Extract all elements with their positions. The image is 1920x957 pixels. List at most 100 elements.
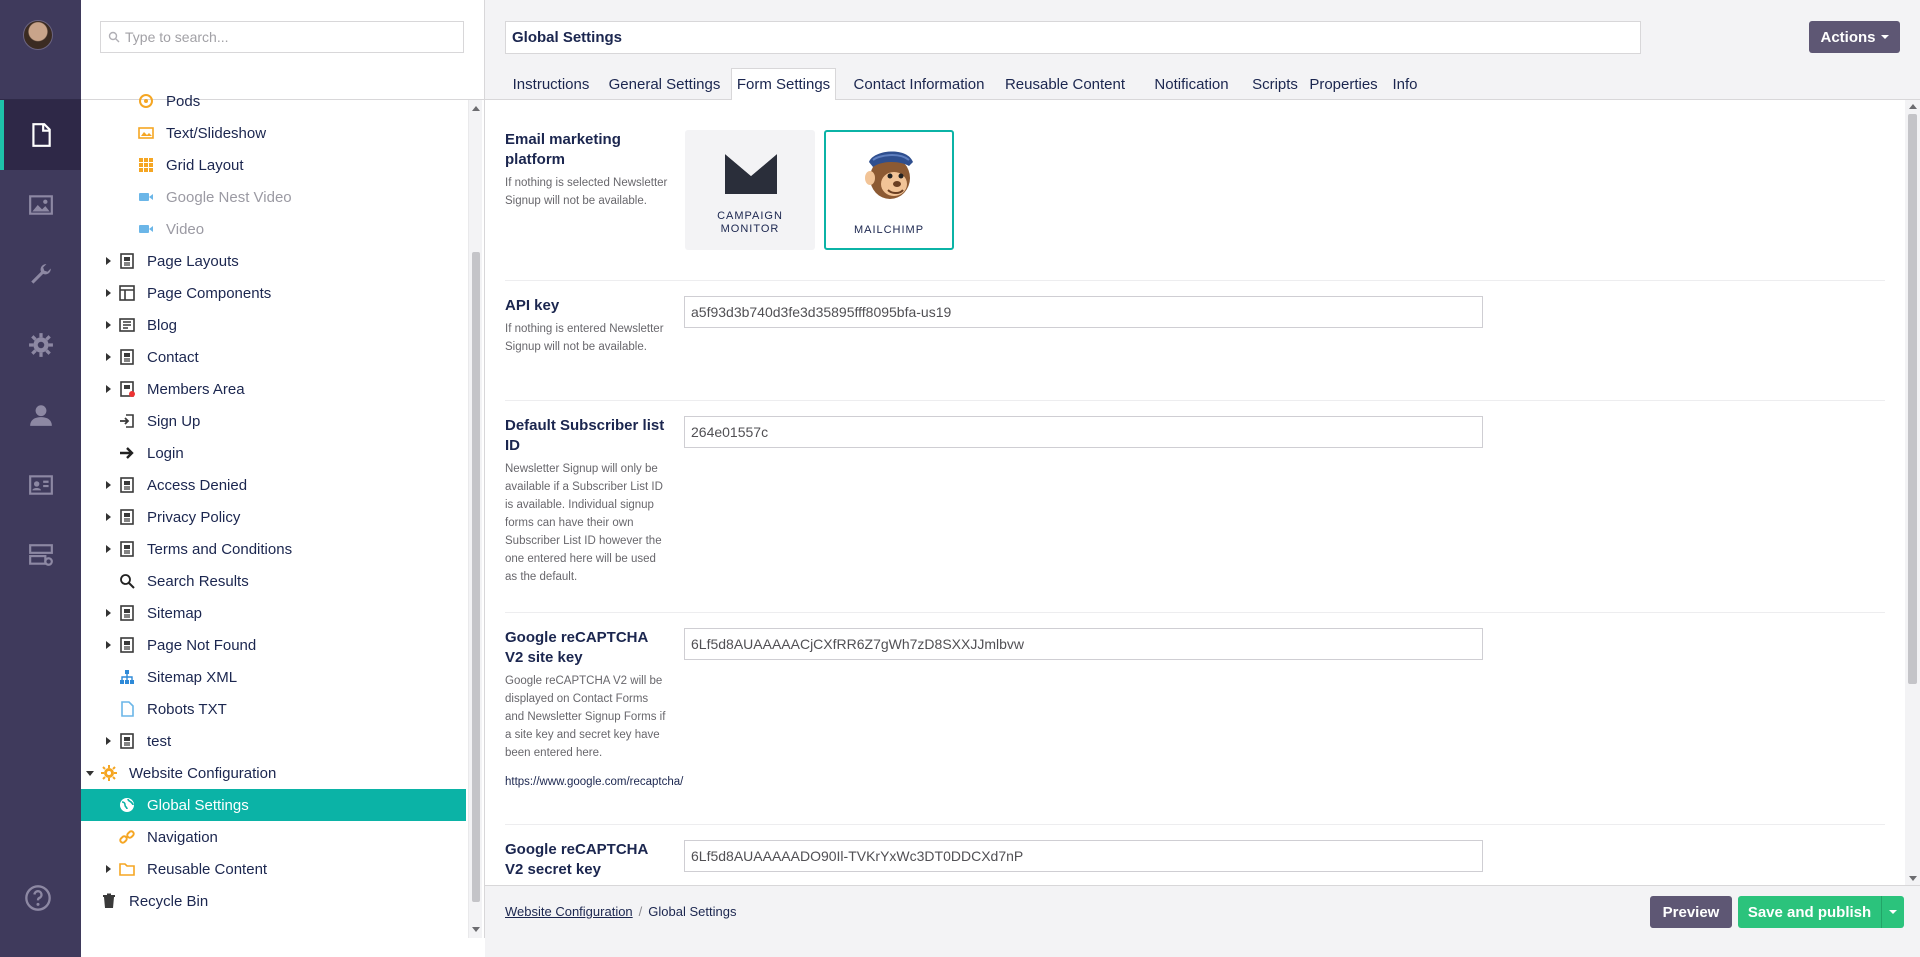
prop-label: Google reCAPTCHA V2 secret key [505, 841, 648, 878]
actions-button[interactable]: Actions [1809, 21, 1900, 53]
tree-item-global-settings[interactable]: Global Settings [81, 789, 466, 821]
tree-item-google-nest-video[interactable]: Google Nest Video [81, 181, 466, 213]
scroll-down-arrow-icon[interactable] [472, 927, 480, 932]
scroll-down-arrow-icon[interactable] [1909, 876, 1917, 881]
tab-scripts[interactable]: Scripts [1249, 68, 1301, 100]
recaptcha-secret-key-input[interactable] [684, 840, 1483, 872]
tree-item-video[interactable]: Video [81, 213, 466, 245]
preview-button[interactable]: Preview [1650, 896, 1732, 928]
prop-label: API key [505, 297, 560, 314]
content-tree-panel: Pods Text/Slideshow Grid Layout Google Nest… [81, 0, 485, 938]
rail-settings-tools[interactable] [0, 240, 81, 310]
tree-item-contact[interactable]: Contact [81, 341, 466, 373]
prop-recaptcha-secret-key: Google reCAPTCHA V2 secret key [505, 840, 1885, 885]
forms-icon [28, 544, 53, 566]
caret-right-icon[interactable] [104, 609, 112, 617]
tab-info[interactable]: Info [1384, 68, 1426, 100]
tree-item-page-layouts[interactable]: Page Layouts [81, 245, 466, 277]
tree-item-blog[interactable]: Blog [81, 309, 466, 341]
tree-item-label: Video [166, 220, 205, 238]
rail-media[interactable] [0, 170, 81, 240]
caret-right-icon[interactable] [104, 545, 112, 553]
node-name-input[interactable] [505, 21, 1641, 54]
content-scroll-thumb[interactable] [1908, 114, 1917, 684]
tree-item-members-area[interactable]: Members Area [81, 373, 466, 405]
rail-developer[interactable] [0, 310, 81, 380]
recaptcha-link[interactable]: https://www.google.com/recaptcha/ [505, 776, 683, 788]
caret-right-icon[interactable] [104, 289, 112, 297]
tab-properties[interactable]: Properties [1307, 68, 1380, 100]
tree-item-sign-up[interactable]: Sign Up [81, 405, 466, 437]
tree-item-label: Website Configuration [129, 764, 277, 782]
divider [505, 280, 1885, 281]
recaptcha-site-key-input[interactable] [684, 628, 1483, 660]
scroll-up-arrow-icon[interactable] [1909, 104, 1917, 109]
tab-general-settings[interactable]: General Settings [604, 68, 725, 100]
page-protected-icon [120, 381, 135, 397]
save-and-publish-button[interactable]: Save and publish [1738, 896, 1881, 928]
tree-item-text-slideshow[interactable]: Text/Slideshow [81, 117, 466, 149]
save-options-button[interactable] [1881, 896, 1904, 928]
subscriber-list-id-input[interactable] [684, 416, 1483, 448]
caret-right-icon[interactable] [104, 481, 112, 489]
caret-right-icon[interactable] [104, 321, 112, 329]
settings-gear-icon [101, 765, 117, 781]
tree-item-navigation[interactable]: Navigation [81, 821, 466, 853]
rail-content[interactable] [0, 100, 81, 170]
tab-instructions[interactable]: Instructions [504, 68, 598, 100]
platform-option-campaign-monitor[interactable]: CAMPAIGN MONITOR [685, 130, 815, 250]
avatar[interactable] [23, 20, 53, 50]
tree-item-login[interactable]: Login [81, 437, 466, 469]
tree-item-search-results[interactable]: Search Results [81, 565, 466, 597]
tree-item-sitemap-xml[interactable]: Sitemap XML [81, 661, 466, 693]
tree-item-page-not-found[interactable]: Page Not Found [81, 629, 466, 661]
tree-item-page-components[interactable]: Page Components [81, 277, 466, 309]
tab-contact-information[interactable]: Contact Information [850, 68, 988, 100]
rail-users[interactable] [0, 380, 81, 450]
blog-icon [119, 318, 135, 332]
caret-right-icon[interactable] [104, 257, 112, 265]
rail-forms[interactable] [0, 520, 81, 590]
tab-notification[interactable]: Notification [1140, 68, 1243, 100]
tree-item-reusable-content[interactable]: Reusable Content [81, 853, 466, 885]
breadcrumb-link[interactable]: Website Configuration [505, 904, 633, 919]
tree-item-label: Global Settings [147, 796, 249, 814]
tree-scroll-thumb[interactable] [472, 252, 480, 902]
tree-item-grid-layout[interactable]: Grid Layout [81, 149, 466, 181]
search-icon [120, 574, 135, 589]
tree-item-pods[interactable]: Pods [81, 85, 466, 117]
tree-item-terms-and-conditions[interactable]: Terms and Conditions [81, 533, 466, 565]
prop-description: Google reCAPTCHA V2 will be displayed on… [505, 675, 666, 759]
rail-members[interactable] [0, 450, 81, 520]
tree-item-recycle-bin[interactable]: Recycle Bin [81, 885, 466, 917]
help-icon[interactable] [24, 884, 52, 912]
tree-item-website-configuration[interactable]: Website Configuration [81, 757, 466, 789]
content-scrollbar[interactable] [1905, 100, 1920, 885]
tree-scrollbar[interactable] [468, 100, 482, 938]
mailchimp-logo-icon [865, 151, 913, 199]
caret-right-icon[interactable] [104, 737, 112, 745]
tree-item-label: Access Denied [147, 476, 248, 494]
caret-right-icon[interactable] [104, 513, 112, 521]
tab-bar: Instructions General Settings Form Setting… [485, 68, 1920, 101]
search-input[interactable] [125, 22, 455, 52]
caret-right-icon[interactable] [104, 385, 112, 393]
tree-item-access-denied[interactable]: Access Denied [81, 469, 466, 501]
platform-option-mailchimp[interactable]: MAILCHIMP [824, 130, 954, 250]
caret-up-icon [1889, 910, 1897, 914]
tab-reusable-content[interactable]: Reusable Content [995, 68, 1135, 100]
tree-item-robots-txt[interactable]: Robots TXT [81, 693, 466, 725]
tab-form-settings[interactable]: Form Settings [731, 68, 836, 101]
caret-down-icon[interactable] [86, 769, 94, 777]
tree-item-privacy-policy[interactable]: Privacy Policy [81, 501, 466, 533]
tree-item-test[interactable]: test [81, 725, 466, 757]
scroll-up-arrow-icon[interactable] [472, 106, 480, 111]
api-key-input[interactable] [684, 296, 1483, 328]
caret-right-icon[interactable] [104, 641, 112, 649]
page-icon [120, 509, 134, 525]
caret-right-icon[interactable] [104, 353, 112, 361]
prop-label: Email marketing platform [505, 131, 621, 168]
tree-item-sitemap[interactable]: Sitemap [81, 597, 466, 629]
media-icon [28, 195, 53, 215]
caret-right-icon[interactable] [104, 865, 112, 873]
